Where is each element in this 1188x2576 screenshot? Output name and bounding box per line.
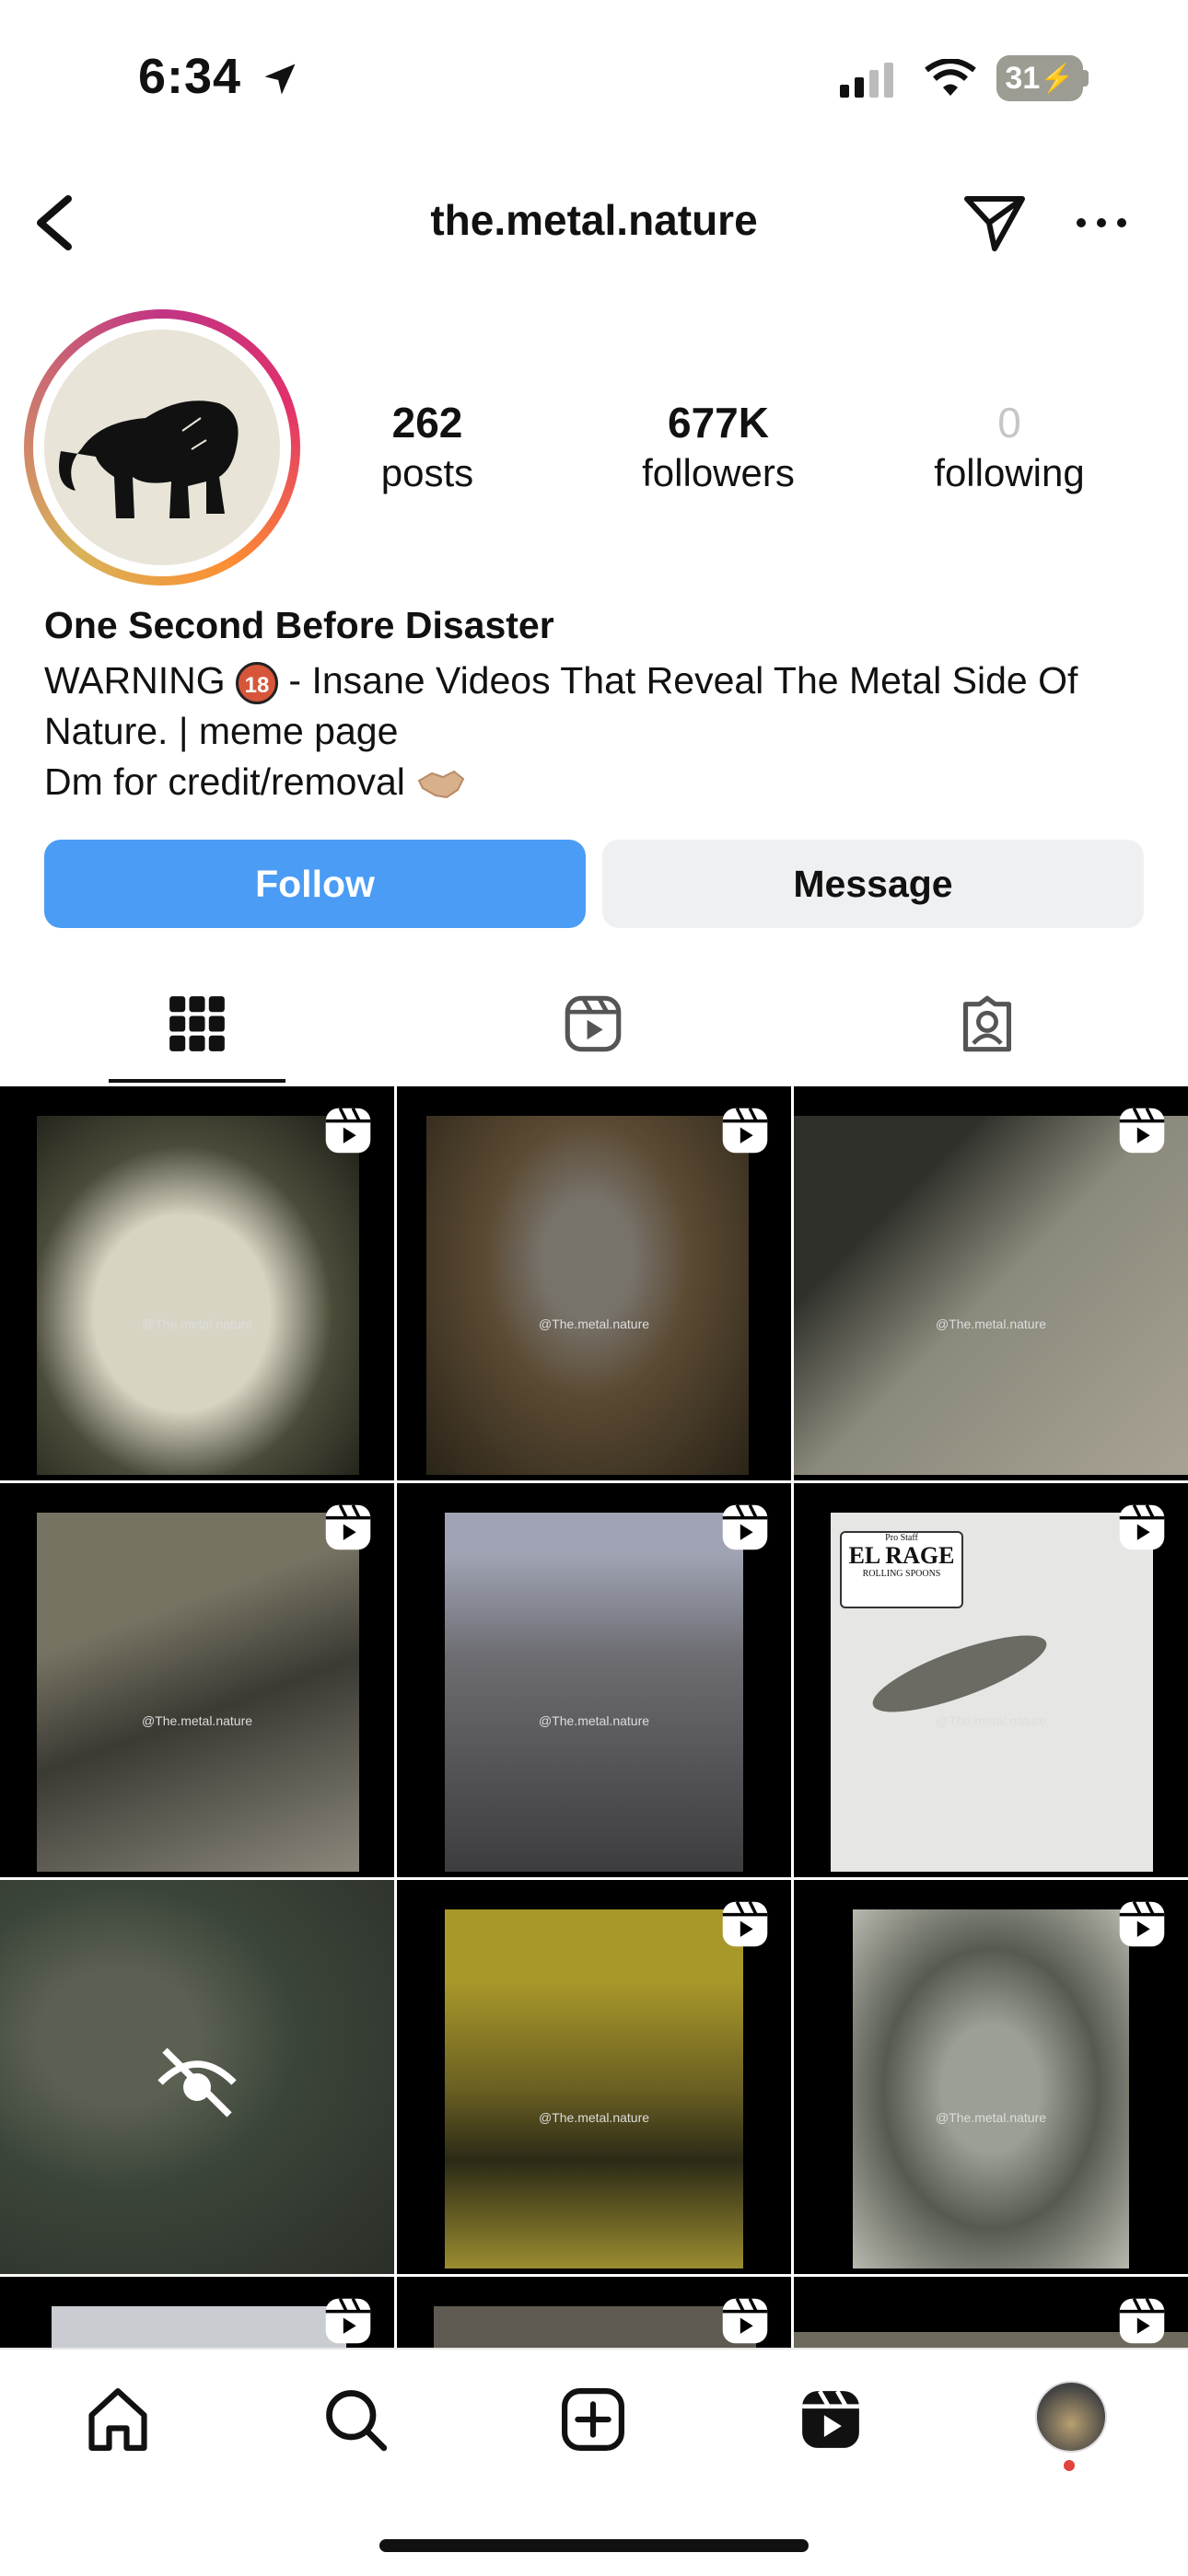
post-thumbnail [37,1513,359,1872]
battery-indicator: 31 ⚡ [996,55,1083,101]
create-post-icon[interactable] [558,2385,628,2454]
location-arrow-icon [264,64,296,95]
sign-text: EL RAGE [848,1542,955,1569]
post-tile[interactable]: @The.metal.nature [0,1086,394,1480]
post-thumbnail [52,2306,346,2348]
post-tile[interactable] [794,2277,1188,2348]
notification-dot [1064,2460,1075,2471]
profile-tab-avatar[interactable] [1035,2381,1107,2453]
send-message-icon[interactable] [963,193,1026,252]
sign-text: ROLLING SPOONS [862,1569,941,1579]
following-count[interactable]: 0 [890,398,1129,447]
post-tile[interactable] [397,2277,791,2348]
watermark: @The.metal.nature [141,1713,253,1728]
black-panther-logo [59,400,239,518]
watermark: @The.metal.nature [935,1713,1047,1728]
post-tile[interactable]: @The.metal.nature [397,1880,791,2274]
battery-tip [1083,70,1089,87]
posts-label[interactable]: posts [289,451,565,495]
message-button[interactable]: Message [602,840,1144,928]
reel-badge-icon [722,1900,768,1947]
post-tile[interactable]: @The.metal.nature [397,1086,791,1480]
battery-level: 31 [1005,60,1041,96]
bio-text: - Insane Videos That Reveal The Metal Si… [278,659,1078,702]
post-thumbnail [853,1909,1129,2269]
reels-icon[interactable] [796,2385,866,2454]
charging-bolt-icon: ⚡ [1040,63,1075,94]
home-icon[interactable] [83,2385,153,2454]
home-indicator [379,2539,809,2552]
grid-tab-icon[interactable] [168,994,227,1053]
tagged-tab-icon[interactable] [958,994,1017,1053]
fish-shape [865,1620,1054,1727]
reel-badge-icon [325,1503,371,1550]
watermark: @The.metal.nature [538,2110,650,2125]
hidden-content-eye-icon [157,2048,237,2118]
wifi-icon [925,59,976,96]
bio-text: Nature. | meme page [44,710,399,752]
posts-grid: @The.metal.nature @The.metal.nature @The… [0,1086,1188,2348]
post-tile[interactable] [0,2277,394,2348]
watermark: @The.metal.nature [538,1317,650,1331]
followers-count[interactable]: 677K [599,398,838,447]
post-tile[interactable]: Pro Staff EL RAGE ROLLING SPOONS @The.me… [794,1483,1188,1877]
bio-text: WARNING [44,659,237,702]
reel-badge-icon [1119,1900,1165,1947]
reel-badge-icon [1119,1107,1165,1154]
reel-badge-icon [722,2297,768,2344]
watermark: @The.metal.nature [538,1713,650,1728]
no-under-18-emoji-icon: 18 [236,662,279,705]
lure-brand-sign: Pro Staff EL RAGE ROLLING SPOONS [840,1531,963,1608]
reel-badge-icon [722,1107,768,1154]
posts-count[interactable]: 262 [308,398,547,447]
cellular-signal-icon [840,61,904,98]
watermark: @The.metal.nature [935,1317,1047,1331]
active-tab-indicator [109,1079,285,1083]
search-icon[interactable] [320,2385,390,2454]
display-name: One Second Before Disaster [44,604,554,646]
reel-badge-icon [325,2297,371,2344]
post-tile[interactable]: @The.metal.nature [0,1483,394,1877]
post-tile[interactable]: @The.metal.nature [794,1086,1188,1480]
profile-avatar[interactable] [44,330,280,565]
followers-label[interactable]: followers [580,451,856,495]
reel-badge-icon [1119,1503,1165,1550]
reels-tab-icon[interactable] [564,994,623,1053]
post-thumbnail: Pro Staff EL RAGE ROLLING SPOONS [831,1513,1153,1872]
post-tile[interactable]: @The.metal.nature [397,1483,791,1877]
reel-badge-icon [325,1107,371,1154]
post-thumbnail [794,1116,1188,1475]
status-time: 6:34 [138,49,242,104]
handshake-emoji-icon [417,770,465,799]
watermark: @The.metal.nature [141,1317,253,1331]
more-options-icon[interactable] [1072,214,1131,232]
post-thumbnail [445,1909,743,2269]
post-thumbnail [37,1116,359,1475]
reel-badge-icon [1119,2297,1165,2344]
post-thumbnail [426,1116,749,1475]
post-tile-hidden[interactable] [0,1880,394,2274]
post-thumbnail [434,2306,756,2348]
bio-text: Dm for credit/removal [44,760,416,803]
post-tile[interactable]: @The.metal.nature [794,1880,1188,2274]
post-thumbnail [445,1513,743,1872]
watermark: @The.metal.nature [935,2110,1047,2125]
reel-badge-icon [722,1503,768,1550]
profile-bio: WARNING 18 - Insane Videos That Reveal T… [44,656,1149,807]
follow-button[interactable]: Follow [44,840,586,928]
following-label[interactable]: following [871,451,1147,495]
